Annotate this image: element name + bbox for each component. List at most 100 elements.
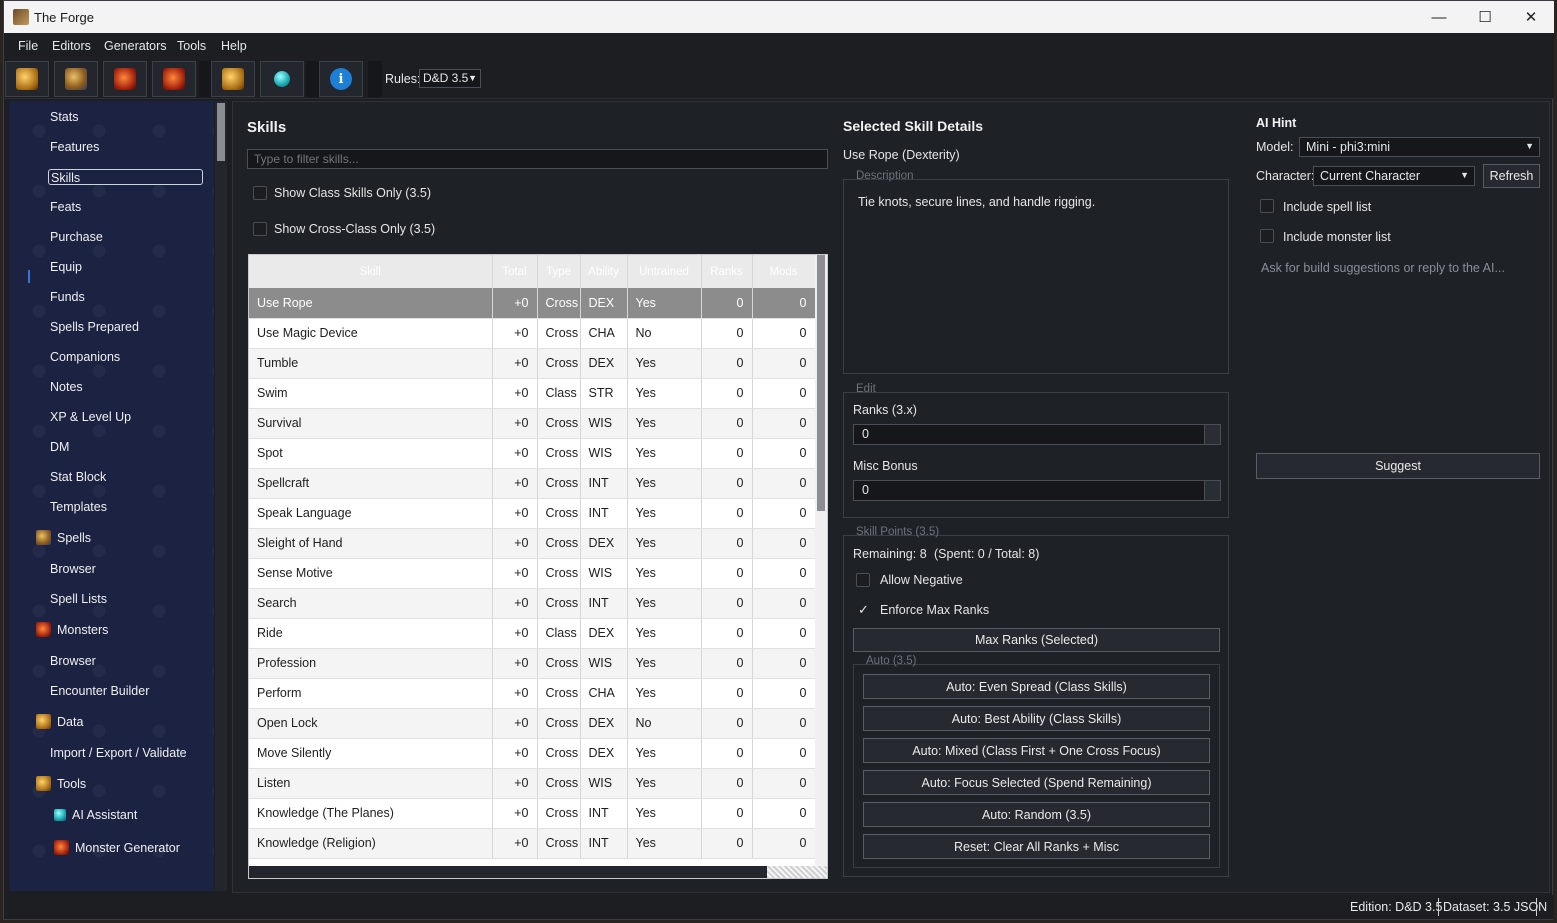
table-row[interactable]: Spellcraft +0 Cross INT Yes 0 0 <box>249 468 816 499</box>
scrollbar-thumb[interactable] <box>817 255 825 511</box>
toolbar-monster-generator-button[interactable] <box>152 61 196 97</box>
sidebar-group-tools[interactable]: Tools <box>36 776 86 791</box>
auto-focus-selected-button[interactable]: Auto: Focus Selected (Spend Remaining) <box>863 770 1210 795</box>
sidebar-item-templates[interactable]: Templates <box>50 499 107 515</box>
sidebar-group-spells[interactable]: Spells <box>36 530 91 545</box>
column-header-total[interactable]: Total <box>492 255 538 288</box>
column-header-type[interactable]: Type <box>537 255 581 288</box>
toolbar-character-button[interactable] <box>5 61 49 97</box>
sidebar-item-dm[interactable]: DM <box>50 439 69 455</box>
table-row[interactable]: Swim +0 Class STR Yes 0 0 <box>249 378 816 409</box>
sidebar-item-notes[interactable]: Notes <box>50 379 83 395</box>
column-header-skill[interactable]: Skill <box>249 255 493 288</box>
suggest-button[interactable]: Suggest <box>1256 453 1540 479</box>
sidebar-item-monster-browser[interactable]: Browser <box>50 653 96 669</box>
column-header-untrained[interactable]: Untrained <box>627 255 702 288</box>
column-header-mods[interactable]: Mods <box>752 255 816 288</box>
table-row[interactable]: Open Lock +0 Cross DEX No 0 0 <box>249 708 816 739</box>
scrollbar-thumb[interactable] <box>217 103 225 161</box>
sidebar-item-xp-level-up[interactable]: XP & Level Up <box>50 409 131 425</box>
auto-even-spread-button[interactable]: Auto: Even Spread (Class Skills) <box>863 674 1210 699</box>
table-horizontal-scrollbar[interactable] <box>249 866 827 878</box>
table-row[interactable]: Ride +0 Class DEX Yes 0 0 <box>249 618 816 649</box>
table-row[interactable]: Profession +0 Cross WIS Yes 0 0 <box>249 648 816 679</box>
sidebar-item-skills[interactable]: Skills <box>48 169 203 185</box>
sidebar-item-funds[interactable]: Funds <box>50 289 85 305</box>
model-select[interactable]: Mini - phi3:mini ▼ <box>1299 137 1540 157</box>
skill-filter-input[interactable] <box>247 149 828 169</box>
spin-buttons[interactable] <box>1204 425 1220 444</box>
table-row[interactable]: Perform +0 Cross CHA Yes 0 0 <box>249 678 816 709</box>
sidebar-item-companions[interactable]: Companions <box>50 349 120 365</box>
auto-best-ability-button[interactable]: Auto: Best Ability (Class Skills) <box>863 706 1210 731</box>
sidebar-item-import-export[interactable]: Import / Export / Validate <box>50 745 187 761</box>
ai-prompt-input[interactable]: Ask for build suggestions or reply to th… <box>1261 261 1505 275</box>
sidebar-item-spells-prepared[interactable]: Spells Prepared <box>50 319 139 335</box>
cell-untrained: Yes <box>627 408 702 439</box>
sidebar-item-stat-block[interactable]: Stat Block <box>50 469 106 485</box>
table-row[interactable]: Survival +0 Cross WIS Yes 0 0 <box>249 408 816 439</box>
minimize-button[interactable]: — <box>1416 1 1462 33</box>
sidebar-group-data[interactable]: Data <box>36 714 83 729</box>
sidebar-item-monster-generator[interactable]: Monster Generator <box>54 840 180 855</box>
sidebar-group-monsters[interactable]: Monsters <box>36 622 108 637</box>
allow-negative-checkbox[interactable] <box>856 573 870 587</box>
column-header-ranks[interactable]: Ranks <box>701 255 753 288</box>
include-spell-list-checkbox[interactable] <box>1260 199 1274 213</box>
sidebar-item-feats[interactable]: Feats <box>50 199 81 215</box>
table-row[interactable]: Move Silently +0 Cross DEX Yes 0 0 <box>249 738 816 769</box>
table-vertical-scrollbar[interactable] <box>815 255 827 866</box>
menu-file[interactable]: File <box>18 39 38 53</box>
table-row[interactable]: Use Magic Device +0 Cross CHA No 0 0 <box>249 318 816 349</box>
table-row[interactable]: Knowledge (The Planes) +0 Cross INT Yes 0 0 <box>249 798 816 829</box>
menu-editors[interactable]: Editors <box>52 39 91 53</box>
sidebar-item-features[interactable]: Features <box>50 139 99 155</box>
misc-bonus-spinbox[interactable]: 0 <box>853 480 1221 501</box>
toolbar-monster-button[interactable] <box>103 61 147 97</box>
auto-random-button[interactable]: Auto: Random (3.5) <box>863 802 1210 827</box>
spin-buttons[interactable] <box>1204 481 1220 500</box>
auto-mixed-button[interactable]: Auto: Mixed (Class First + One Cross Foc… <box>863 738 1210 763</box>
menu-generators[interactable]: Generators <box>104 39 167 53</box>
toolbar-data-button[interactable] <box>211 61 255 97</box>
table-row[interactable]: Tumble +0 Cross DEX Yes 0 0 <box>249 348 816 379</box>
sidebar-item-purchase[interactable]: Purchase <box>50 229 103 245</box>
table-row[interactable]: Speak Language +0 Cross INT Yes 0 0 <box>249 498 816 529</box>
table-row[interactable]: Use Rope +0 Cross DEX Yes 0 0 <box>249 288 816 319</box>
table-row[interactable]: Search +0 Cross INT Yes 0 0 <box>249 588 816 619</box>
toolbar-spellbook-button[interactable] <box>54 61 98 97</box>
toolbar: i Rules: D&D 3.5 ▼ <box>4 57 1554 99</box>
cell-ranks: 0 <box>701 768 753 799</box>
cell-total: +0 <box>492 588 538 619</box>
sidebar-item-ai-assistant[interactable]: AI Assistant <box>54 808 137 822</box>
sidebar-scrollbar[interactable] <box>215 101 227 891</box>
max-ranks-button[interactable]: Max Ranks (Selected) <box>853 628 1220 652</box>
enforce-max-checkbox[interactable]: ✓ <box>858 602 869 618</box>
sidebar-item-stats[interactable]: Stats <box>50 109 79 125</box>
include-monster-list-checkbox[interactable] <box>1260 229 1274 243</box>
sidebar-item-spell-lists[interactable]: Spell Lists <box>50 591 107 607</box>
show-cross-only-checkbox[interactable] <box>253 222 267 236</box>
table-row[interactable]: Sense Motive +0 Cross WIS Yes 0 0 <box>249 558 816 589</box>
table-row[interactable]: Listen +0 Cross WIS Yes 0 0 <box>249 768 816 799</box>
sidebar-item-encounter-builder[interactable]: Encounter Builder <box>50 683 149 699</box>
table-row[interactable]: Sleight of Hand +0 Cross DEX Yes 0 0 <box>249 528 816 559</box>
table-row[interactable]: Knowledge (Religion) +0 Cross INT Yes 0 0 <box>249 828 816 859</box>
reset-clear-button[interactable]: Reset: Clear All Ranks + Misc <box>863 834 1210 859</box>
close-button[interactable]: ✕ <box>1508 1 1554 33</box>
cell-mods: 0 <box>752 288 816 319</box>
refresh-button[interactable]: Refresh <box>1483 164 1540 188</box>
column-header-ability[interactable]: Ability <box>580 255 628 288</box>
rules-select[interactable]: D&D 3.5 ▼ <box>419 69 481 88</box>
table-row[interactable]: Spot +0 Cross WIS Yes 0 0 <box>249 438 816 469</box>
maximize-button[interactable]: ☐ <box>1462 1 1508 33</box>
character-select[interactable]: Current Character ▼ <box>1313 166 1475 186</box>
toolbar-info-button[interactable]: i <box>319 61 363 97</box>
ranks-spinbox[interactable]: 0 <box>853 424 1221 445</box>
sidebar-item-spell-browser[interactable]: Browser <box>50 561 96 577</box>
menu-help[interactable]: Help <box>221 39 247 53</box>
menu-tools[interactable]: Tools <box>177 39 206 53</box>
show-class-only-checkbox[interactable] <box>253 186 267 200</box>
toolbar-ai-button[interactable] <box>260 61 304 97</box>
sidebar-item-equip[interactable]: Equip <box>50 259 82 275</box>
